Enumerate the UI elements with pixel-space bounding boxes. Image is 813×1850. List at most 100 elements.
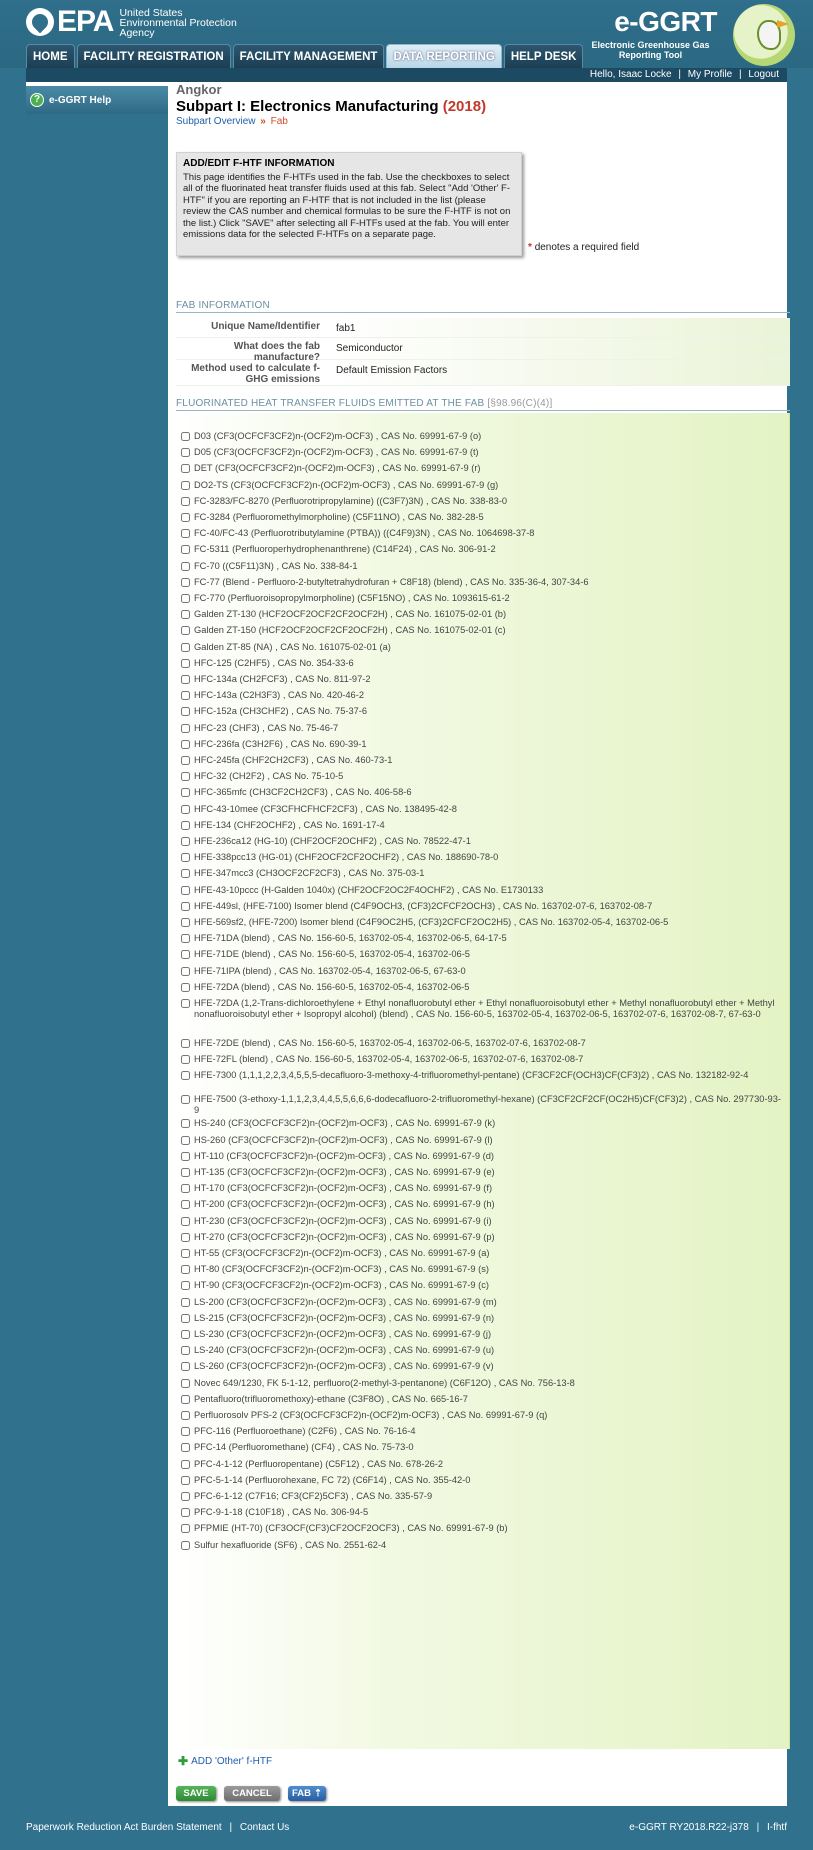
fluid-option[interactable]: PFC-5-1-14 (Perfluorohexane, FC 72) (C6F…	[181, 1475, 781, 1486]
fluid-checkbox[interactable]	[181, 885, 190, 895]
nav-tab-data-reporting[interactable]: DATA REPORTING	[386, 44, 502, 68]
fluid-checkbox[interactable]	[181, 999, 190, 1008]
fluid-option[interactable]: Galden ZT-130 (HCF2OCF2OCF2CF2OCF2H) , C…	[181, 609, 781, 620]
fluid-checkbox[interactable]	[181, 448, 190, 458]
nav-tab-home[interactable]: HOME	[26, 44, 75, 68]
fluid-checkbox[interactable]	[181, 513, 190, 522]
fluid-checkbox[interactable]	[181, 1411, 190, 1420]
fluid-checkbox[interactable]	[181, 1540, 190, 1550]
fluid-checkbox[interactable]	[181, 1216, 190, 1226]
fluid-option[interactable]: Novec 649/1230, FK 5-1-12, perfluoro(2-m…	[181, 1378, 781, 1389]
fluid-option[interactable]: FC-70 ((C5F11)3N) , CAS No. 338-84-1	[181, 561, 781, 572]
fluid-option[interactable]: LS-200 (CF3(OCFCF3CF2)n-(OCF2)m-OCF3) , …	[181, 1297, 781, 1308]
fluid-checkbox[interactable]	[181, 1443, 190, 1453]
fluid-checkbox[interactable]	[181, 1362, 190, 1372]
fluid-checkbox[interactable]	[181, 1492, 190, 1501]
fluid-checkbox[interactable]	[181, 1394, 190, 1404]
fluid-option[interactable]: HS-240 (CF3(OCFCF3CF2)n-(OCF2)m-OCF3) , …	[181, 1118, 781, 1129]
fluid-option[interactable]: HFE-72FL (blend) , CAS No. 156-60-5, 163…	[181, 1054, 781, 1065]
fluid-option[interactable]: HT-110 (CF3(OCFCF3CF2)n-(OCF2)m-OCF3) , …	[181, 1151, 781, 1162]
fluid-option[interactable]: LS-230 (CF3(OCFCF3CF2)n-(OCF2)m-OCF3) , …	[181, 1329, 781, 1340]
fluid-option[interactable]: D03 (CF3(OCFCF3CF2)n-(OCF2)m-OCF3) , CAS…	[181, 431, 781, 442]
fluid-option[interactable]: Pentafluoro(trifluoromethoxy)-ethane (C3…	[181, 1394, 781, 1405]
fluid-option[interactable]: HFC-43-10mee (CF3CFHCFHCF2CF3) , CAS No.…	[181, 804, 781, 815]
fluid-checkbox[interactable]	[181, 918, 190, 927]
fluid-checkbox[interactable]	[181, 658, 190, 668]
fluid-checkbox[interactable]	[181, 1475, 190, 1485]
fluid-checkbox[interactable]	[181, 642, 190, 652]
fluid-option[interactable]: Galden ZT-150 (HCF2OCF2OCF2CF2OCF2H) , C…	[181, 625, 781, 636]
fluid-checkbox[interactable]	[181, 1151, 190, 1161]
fluid-checkbox[interactable]	[181, 739, 190, 749]
fluid-option[interactable]: FC-3284 (Perfluoromethylmorpholine) (C5F…	[181, 512, 781, 523]
fluid-option[interactable]: HFE-72DE (blend) , CAS No. 156-60-5, 163…	[181, 1038, 781, 1049]
sidebar-item-help[interactable]: ? e-GGRT Help	[26, 86, 168, 114]
fluid-option[interactable]: HFE-7500 (3-ethoxy-1,1,1,2,3,4,4,5,5,6,6…	[181, 1094, 781, 1116]
fluid-option[interactable]: HFE-347mcc3 (CH3OCF2CF2CF3) , CAS No. 37…	[181, 868, 781, 879]
epa-logo[interactable]: EPA United States Environmental Protecti…	[26, 6, 237, 38]
fluid-option[interactable]: FC-3283/FC-8270 (Perfluorotripropylamine…	[181, 496, 781, 507]
fluid-checkbox[interactable]	[181, 901, 190, 911]
nav-tab-facility-registration[interactable]: FACILITY REGISTRATION	[76, 44, 231, 68]
fluid-checkbox[interactable]	[181, 788, 190, 798]
my-profile-link[interactable]: My Profile	[688, 69, 732, 80]
fluid-option[interactable]: HFE-236ca12 (HG-10) (CHF2OCF2OCHF2) , CA…	[181, 836, 781, 847]
fluid-checkbox[interactable]	[181, 869, 190, 879]
fluid-checkbox[interactable]	[181, 1200, 190, 1210]
fluid-option[interactable]: HFC-365mfc (CH3CF2CH2CF3) , CAS No. 406-…	[181, 787, 781, 798]
fluid-checkbox[interactable]	[181, 1135, 190, 1145]
fluid-checkbox[interactable]	[181, 675, 190, 684]
fluid-checkbox[interactable]	[181, 594, 190, 603]
fluid-checkbox[interactable]	[181, 610, 190, 620]
fluid-option[interactable]: HS-260 (CF3(OCFCF3CF2)n-(OCF2)m-OCF3) , …	[181, 1135, 781, 1146]
add-other-fhtf-link[interactable]: ✚ ADD 'Other' f-HTF	[178, 1754, 272, 1768]
nav-tab-help-desk[interactable]: HELP DESK	[503, 44, 584, 68]
fluid-checkbox[interactable]	[181, 820, 190, 830]
fluid-option[interactable]: HFE-569sf2, (HFE-7200) Isomer blend (C4F…	[181, 917, 781, 928]
fluid-option[interactable]: HFC-245fa (CHF2CH2CF3) , CAS No. 460-73-…	[181, 755, 781, 766]
fluid-option[interactable]: LS-260 (CF3(OCFCF3CF2)n-(OCF2)m-OCF3) , …	[181, 1361, 781, 1372]
fluid-checkbox[interactable]	[181, 464, 190, 474]
fluid-option[interactable]: FC-770 (Perfluoroisopropylmorpholine) (C…	[181, 593, 781, 604]
fluid-option[interactable]: HT-90 (CF3(OCFCF3CF2)n-(OCF2)m-OCF3) , C…	[181, 1280, 781, 1291]
fluid-checkbox[interactable]	[181, 1119, 190, 1129]
fluid-option[interactable]: PFC-116 (Perfluoroethane) (C2F6) , CAS N…	[181, 1426, 781, 1437]
save-button[interactable]: SAVE	[176, 1786, 216, 1801]
fluid-checkbox[interactable]	[181, 1330, 190, 1339]
fluid-option[interactable]: Sulfur hexafluoride (SF6) , CAS No. 2551…	[181, 1540, 781, 1551]
fluid-option[interactable]: HFE-72DA (blend) , CAS No. 156-60-5, 163…	[181, 982, 781, 993]
fluid-option[interactable]: HT-230 (CF3(OCFCF3CF2)n-(OCF2)m-OCF3) , …	[181, 1216, 781, 1227]
fluid-option[interactable]: HFC-134a (CH2FCF3) , CAS No. 811-97-2	[181, 674, 781, 685]
fluid-checkbox[interactable]	[181, 432, 190, 441]
fluid-option[interactable]: FC-5311 (Perfluoroperhydrophenanthrene) …	[181, 544, 781, 555]
fluid-option[interactable]: HT-55 (CF3(OCFCF3CF2)n-(OCF2)m-OCF3) , C…	[181, 1248, 781, 1259]
fluid-checkbox[interactable]	[181, 723, 190, 733]
fluid-checkbox[interactable]	[181, 626, 190, 636]
fluid-option[interactable]: PFPMIE (HT-70) (CF3OCF(CF3)CF2OCF2OCF3) …	[181, 1523, 781, 1534]
cancel-button[interactable]: CANCEL	[224, 1786, 280, 1801]
fluid-checkbox[interactable]	[181, 837, 190, 846]
fluid-checkbox[interactable]	[181, 1346, 190, 1356]
fluid-checkbox[interactable]	[181, 496, 190, 506]
fluid-checkbox[interactable]	[181, 1168, 190, 1177]
fluid-option[interactable]: HT-200 (CF3(OCFCF3CF2)n-(OCF2)m-OCF3) , …	[181, 1199, 781, 1210]
fluid-checkbox[interactable]	[181, 853, 190, 863]
contact-us-link[interactable]: Contact Us	[240, 1822, 289, 1833]
fluid-checkbox[interactable]	[181, 756, 190, 765]
fluid-option[interactable]: FC-40/FC-43 (Perfluorotributylamine (PTB…	[181, 528, 781, 539]
fluid-option[interactable]: DET (CF3(OCFCF3CF2)n-(OCF2)m-OCF3) , CAS…	[181, 463, 781, 474]
fluid-checkbox[interactable]	[181, 1232, 190, 1242]
fluid-option[interactable]: HFE-7300 (1,1,1,2,2,3,4,5,5,5-decafluoro…	[181, 1070, 781, 1081]
fluid-option[interactable]: HFC-125 (C2HF5) , CAS No. 354-33-6	[181, 658, 781, 669]
fluid-option[interactable]: Galden ZT-85 (NA) , CAS No. 161075-02-01…	[181, 642, 781, 653]
fluid-checkbox[interactable]	[181, 804, 190, 814]
logout-link[interactable]: Logout	[748, 69, 779, 80]
fluid-option[interactable]: HFE-449sl, (HFE-7100) Isomer blend (C4F9…	[181, 901, 781, 912]
fluid-option[interactable]: PFC-4-1-12 (Perfluoropentane) (C5F12) , …	[181, 1459, 781, 1470]
fluid-option[interactable]: HFC-23 (CHF3) , CAS No. 75-46-7	[181, 723, 781, 734]
fluid-checkbox[interactable]	[181, 480, 190, 490]
fluid-option[interactable]: HT-270 (CF3(OCFCF3CF2)n-(OCF2)m-OCF3) , …	[181, 1232, 781, 1243]
fluid-option[interactable]: HFE-43-10pccc (H-Galden 1040x) (CHF2OCF2…	[181, 885, 781, 896]
fluid-checkbox[interactable]	[181, 934, 190, 944]
fluid-option[interactable]: HFC-152a (CH3CHF2) , CAS No. 75-37-6	[181, 706, 781, 717]
